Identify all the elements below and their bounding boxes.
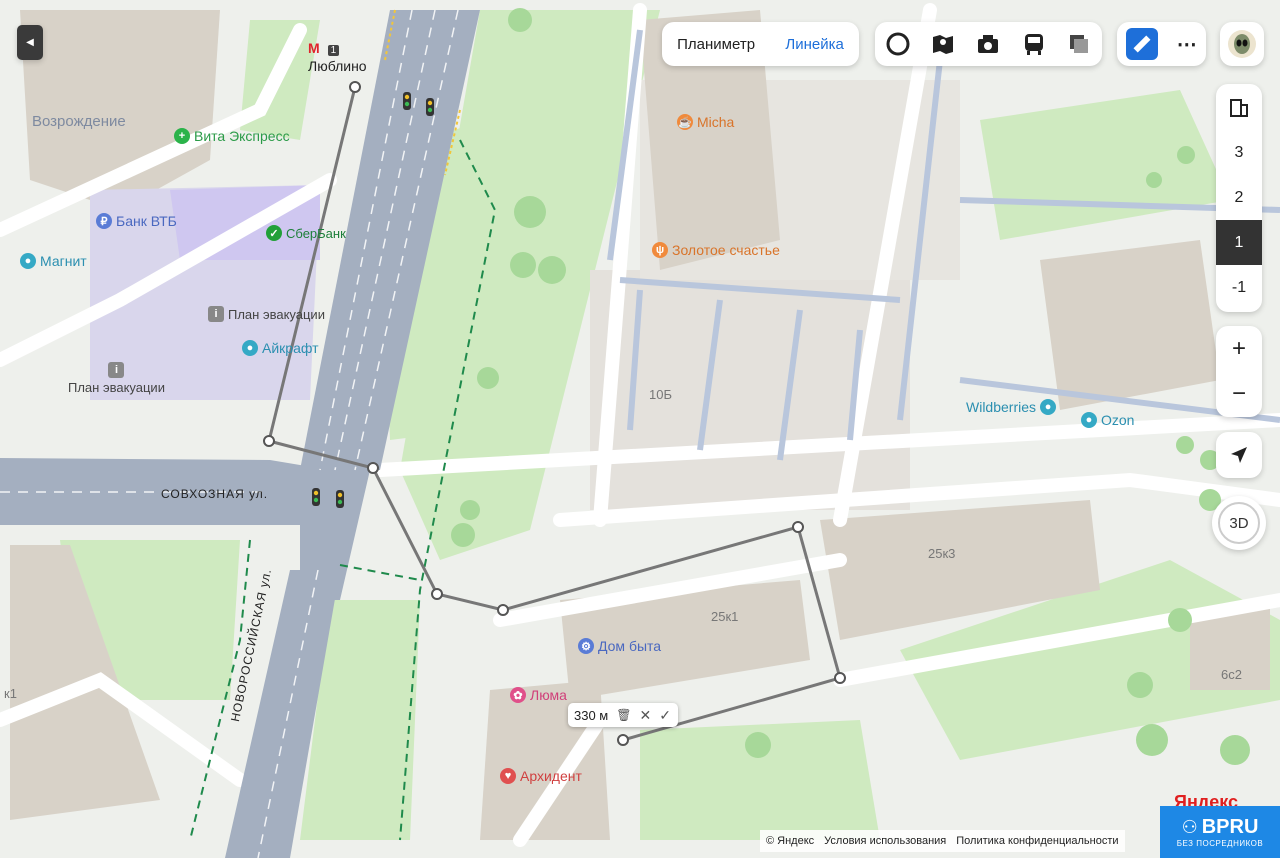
- layers-toolbar: [875, 22, 1102, 66]
- poi-wildberries[interactable]: ● Wildberries: [966, 399, 1057, 415]
- floor-1[interactable]: 1: [1216, 220, 1262, 265]
- triangle-left-icon: ◀: [26, 37, 34, 48]
- zoom-in-button[interactable]: +: [1216, 326, 1262, 371]
- ruler-point: [367, 462, 379, 474]
- ruler-point: [834, 672, 846, 684]
- shop-icon: ●: [20, 253, 36, 269]
- more-icon[interactable]: ⋯: [1177, 32, 1197, 57]
- building-label: 25к3: [928, 546, 956, 561]
- ruler-point: [349, 81, 361, 93]
- floor-selector: 3 2 1 -1: [1216, 84, 1262, 312]
- metro-line-badge: 1: [327, 45, 340, 56]
- zoom-control: + −: [1216, 326, 1262, 417]
- bpru-watermark: ⚇ BPRU БЕЗ ПОСРЕДНИКОВ: [1160, 806, 1280, 858]
- tab-ruler[interactable]: Линейка: [785, 36, 843, 53]
- measure-mode-tabs: Планиметр Линейка: [662, 22, 859, 66]
- ruler-distance: 330 м: [574, 707, 609, 723]
- poi-micha[interactable]: ☕ Micha: [677, 114, 734, 130]
- ruler-point: [792, 521, 804, 533]
- floor-3[interactable]: 3: [1216, 130, 1262, 175]
- building-label: 25к1: [711, 609, 739, 624]
- building-label: 10Б: [649, 387, 672, 402]
- metro-label[interactable]: M 1 Люблино: [308, 40, 367, 74]
- street-label: СОВХОЗНАЯ ул.: [161, 487, 269, 501]
- floor-2[interactable]: 2: [1216, 175, 1262, 220]
- check-icon[interactable]: ✓: [659, 707, 671, 724]
- poi-zolotoe[interactable]: ψ Золотое счастье: [652, 242, 780, 258]
- poi-lyuma[interactable]: ✿ Люма: [510, 687, 567, 703]
- alien-avatar-icon: [1228, 30, 1256, 58]
- building-label: к1: [4, 686, 17, 701]
- ruler-distance-tooltip: 330 м 🗑 ✕ ✓: [568, 703, 678, 727]
- metro-icon: M: [308, 40, 320, 56]
- dentist-icon: ♥: [500, 768, 516, 784]
- metro-name: Люблино: [308, 58, 367, 74]
- restaurant-icon: ψ: [652, 242, 668, 258]
- bus-icon[interactable]: [1021, 31, 1047, 57]
- people-icon: ⚇: [1181, 817, 1198, 837]
- privacy-link[interactable]: Политика конфиденциальности: [956, 835, 1118, 847]
- beauty-icon: ✿: [510, 687, 526, 703]
- poi-dom-byta[interactable]: ⚙ Дом быта: [578, 638, 661, 654]
- ruler-point: [431, 588, 443, 600]
- ruler-point: [617, 734, 629, 746]
- pharmacy-icon: +: [174, 128, 190, 144]
- building-label: 6с2: [1221, 667, 1242, 682]
- layers-icon[interactable]: [1066, 31, 1092, 57]
- camera-icon[interactable]: [975, 31, 1001, 57]
- ruler-point: [263, 435, 275, 447]
- info-icon: i: [208, 306, 224, 322]
- shop-icon: ●: [1081, 412, 1097, 428]
- poi-aikraft[interactable]: ● Айкрафт: [242, 340, 318, 356]
- avatar[interactable]: [1220, 22, 1264, 66]
- watermark-title: BPRU: [1201, 816, 1259, 838]
- locate-me-button[interactable]: [1216, 432, 1262, 478]
- area-label: Возрождение: [32, 113, 126, 130]
- zoom-out-button[interactable]: −: [1216, 371, 1262, 416]
- poi-bank-vtb[interactable]: ₽ Банк ВТБ: [96, 213, 177, 229]
- poi-evac-plan-2[interactable]: i План эвакуации: [68, 362, 165, 395]
- shop-icon: ●: [242, 340, 258, 356]
- building-floors-icon[interactable]: [1216, 84, 1262, 130]
- close-icon[interactable]: ✕: [639, 707, 651, 724]
- circle-layer-icon[interactable]: [885, 31, 911, 57]
- ruler-icon[interactable]: [1126, 28, 1159, 60]
- ruler-point: [497, 604, 509, 616]
- floor-minus-1[interactable]: -1: [1216, 265, 1262, 310]
- watermark-subtitle: БЕЗ ПОСРЕДНИКОВ: [1176, 839, 1264, 848]
- service-icon: ⚙: [578, 638, 594, 654]
- poi-evac-plan[interactable]: i План эвакуации: [208, 306, 325, 322]
- attribution-bar: © Яндекс Условия использования Политика …: [760, 830, 1125, 852]
- poi-ozon[interactable]: ● Ozon: [1081, 412, 1134, 428]
- info-icon: i: [108, 362, 125, 378]
- 3d-label: 3D: [1229, 514, 1249, 532]
- poi-magnit[interactable]: ● Магнит: [20, 253, 87, 269]
- 3d-toggle-button[interactable]: 3D: [1212, 496, 1266, 550]
- collapse-sidebar-button[interactable]: ◀: [17, 25, 43, 60]
- tab-planimeter[interactable]: Планиметр: [677, 36, 755, 53]
- shop-icon: ●: [1040, 399, 1057, 415]
- copyright-text: © Яндекс: [766, 835, 815, 847]
- poi-sberbank[interactable]: ✓ СберБанк: [266, 225, 346, 241]
- terms-link[interactable]: Условия использования: [824, 835, 946, 847]
- trash-icon[interactable]: 🗑: [616, 708, 631, 722]
- poi-arkhident[interactable]: ♥ Архидент: [500, 768, 582, 784]
- panorama-icon[interactable]: [930, 31, 956, 57]
- poi-vita-express[interactable]: + Вита Экспресс: [174, 128, 290, 144]
- bank-icon: ₽: [96, 213, 112, 229]
- tools-toolbar: ⋯: [1117, 22, 1206, 66]
- navigation-arrow-icon: [1231, 447, 1247, 463]
- sberbank-icon: ✓: [266, 225, 282, 241]
- cafe-icon: ☕: [677, 114, 693, 130]
